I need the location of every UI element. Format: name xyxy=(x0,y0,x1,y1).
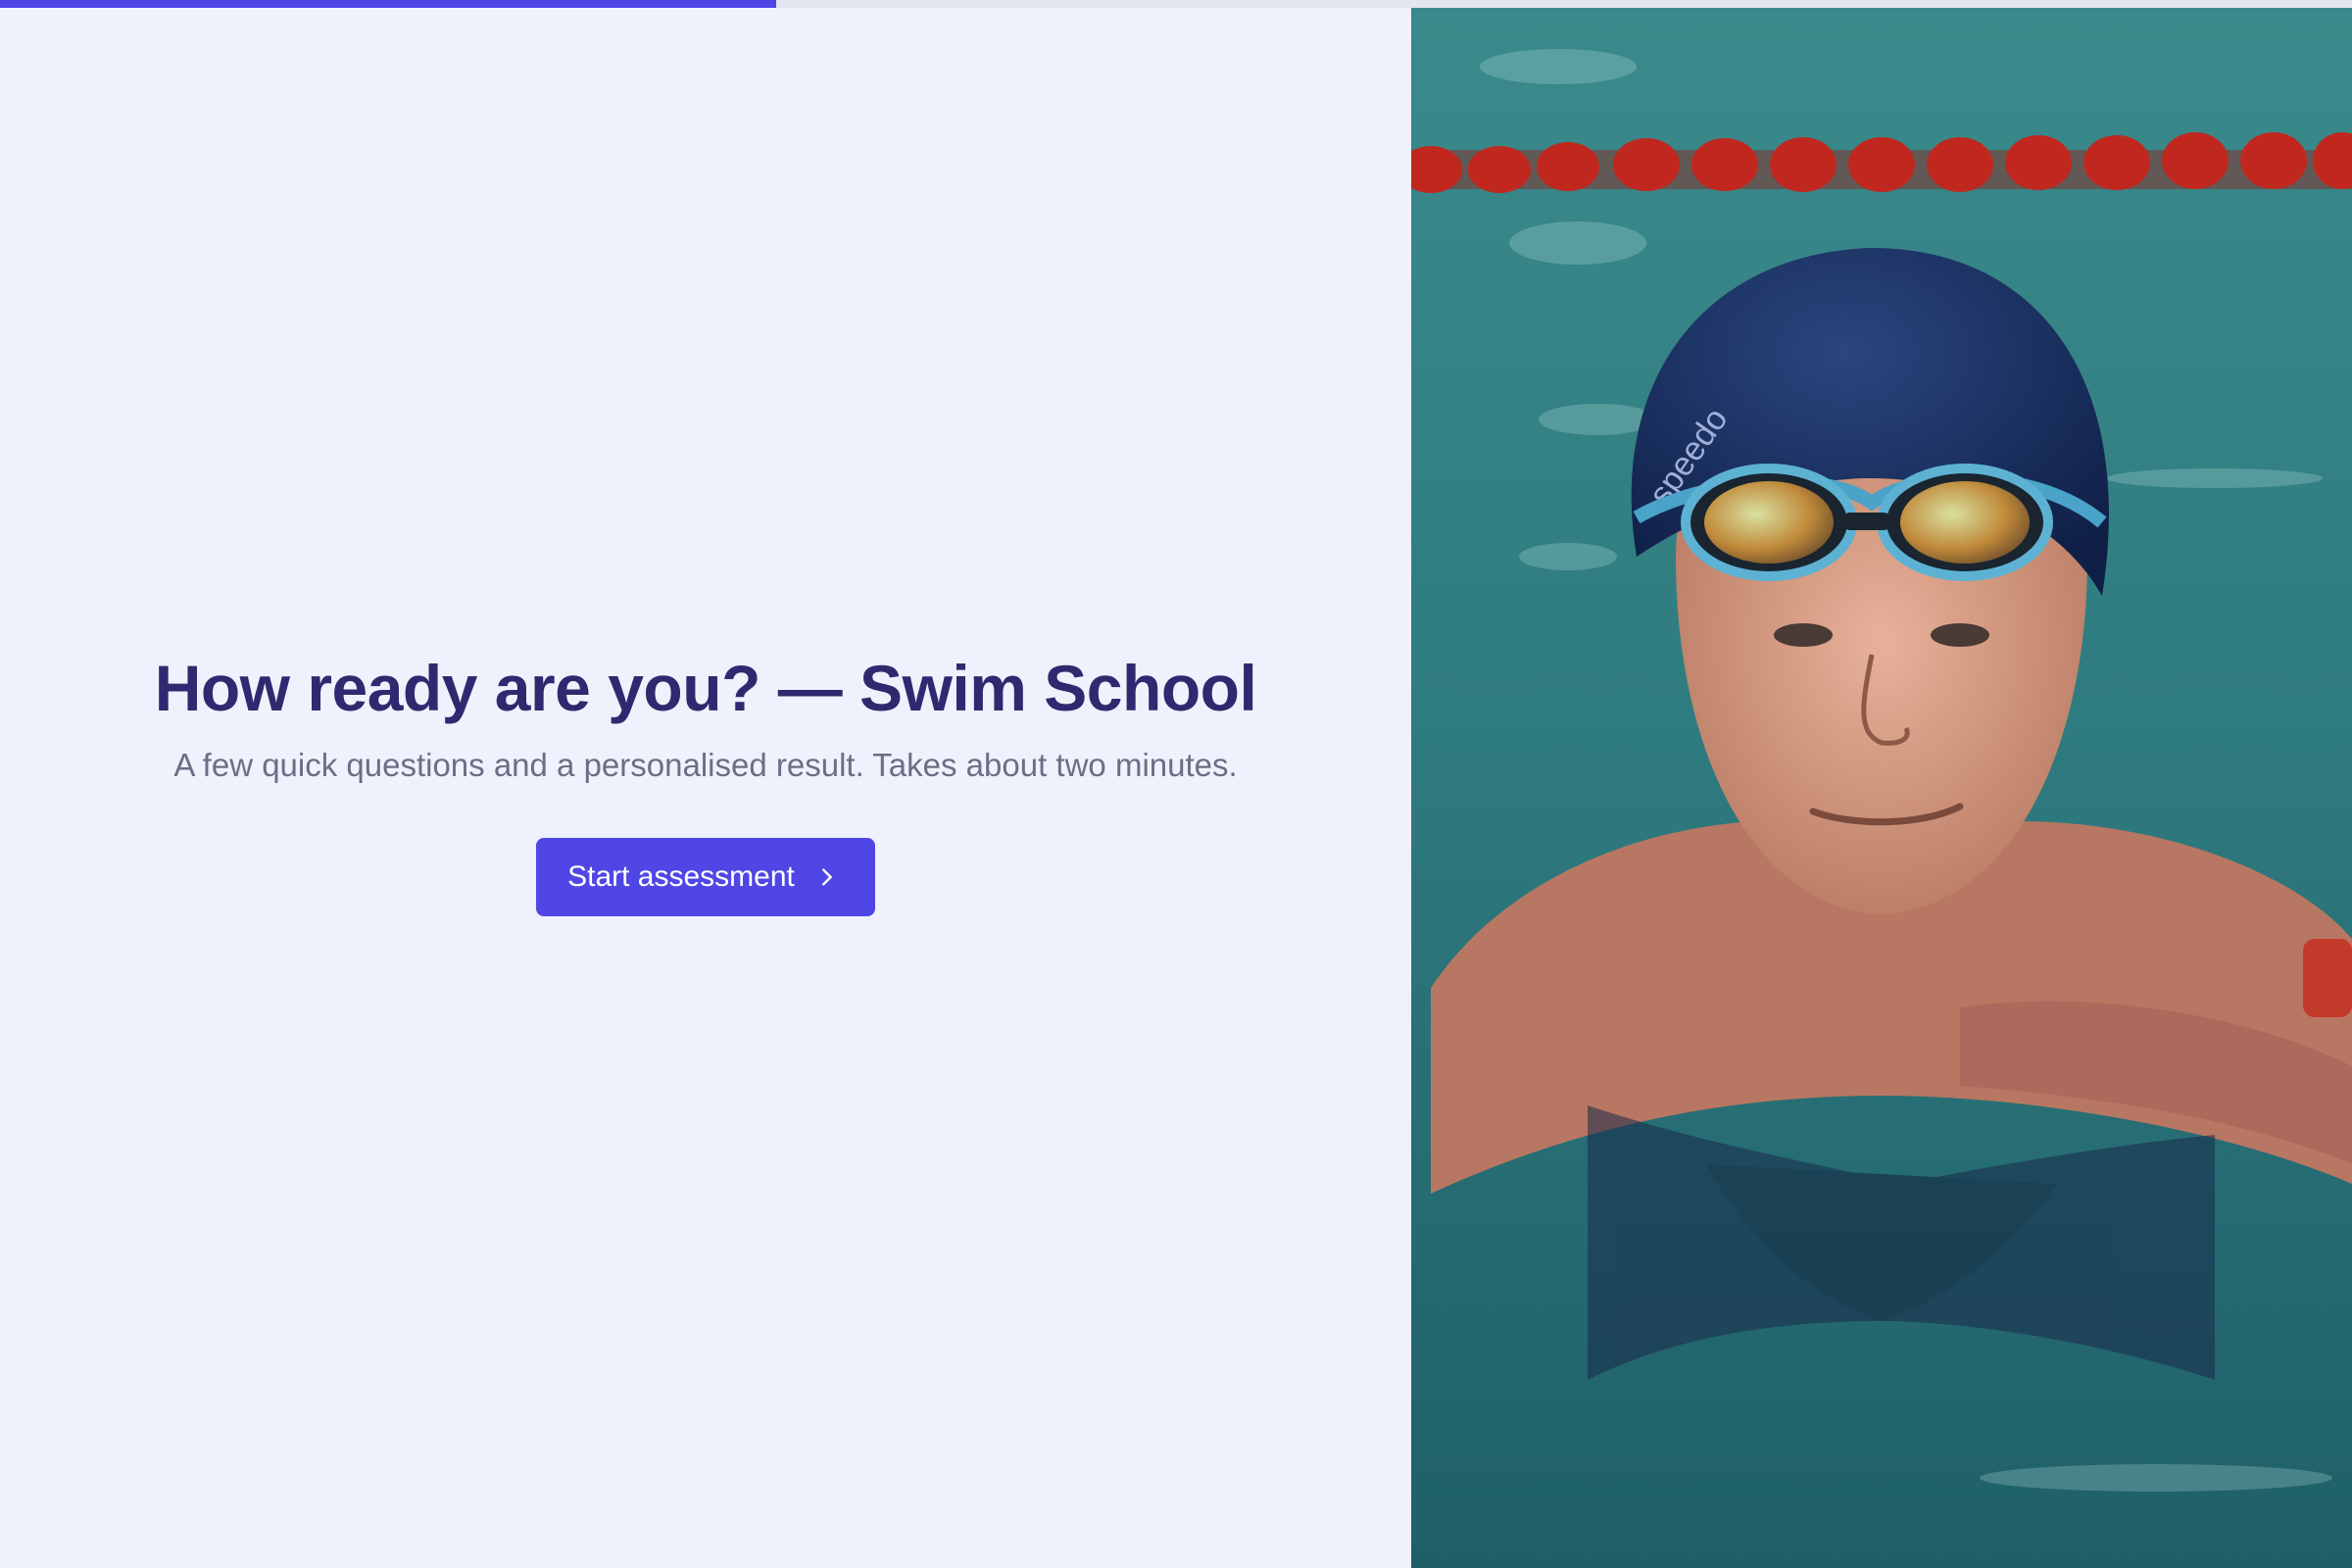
start-assessment-label: Start assessment xyxy=(567,860,795,894)
intro-content: How ready are you? — Swim School A few q… xyxy=(0,650,1411,917)
page-title: How ready are you? — Swim School xyxy=(154,652,1257,724)
hero-photo: speedo xyxy=(1411,8,2352,1568)
chevron-right-icon xyxy=(822,868,832,886)
start-assessment-button[interactable]: Start assessment xyxy=(536,838,875,917)
swimsuit-strap xyxy=(2303,939,2352,1017)
swimmer-illustration: speedo xyxy=(1411,8,2352,1568)
progress-bar-fill xyxy=(0,0,776,8)
intro-panel: How ready are you? — Swim School A few q… xyxy=(0,8,1411,1568)
page-subtitle: A few quick questions and a personalised… xyxy=(173,747,1238,784)
progress-bar xyxy=(0,0,2352,8)
